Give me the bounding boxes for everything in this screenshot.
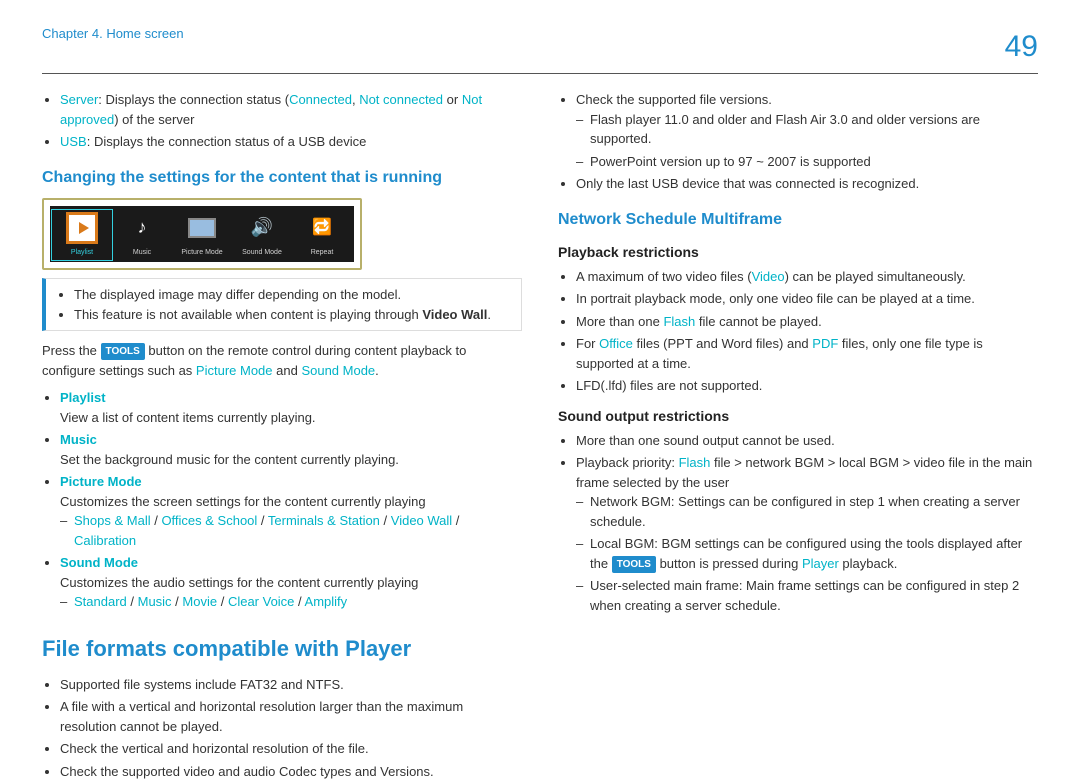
tools-pill-2: TOOLS (612, 556, 656, 573)
r-bullet-usb: Only the last USB device that was connec… (576, 174, 1038, 194)
note-line-2: This feature is not available when conte… (74, 305, 511, 325)
pr-5: LFD(.lfd) files are not supported. (576, 376, 1038, 396)
r-dash-ppt: PowerPoint version up to 97 ~ 2007 is su… (590, 152, 1038, 172)
sr-1: More than one sound output cannot be use… (576, 431, 1038, 451)
label-video-wall: Video Wall (422, 307, 487, 322)
ff-bullet-4: Check the supported video and audio Code… (60, 762, 522, 782)
note-box: The displayed image may differ depending… (42, 278, 522, 331)
label-server: Server (60, 92, 98, 107)
left-column: Server: Displays the connection status (… (42, 90, 522, 784)
sr-2: Playback priority: Flash file > network … (576, 453, 1038, 615)
tv-icon (186, 212, 218, 244)
bullet-usb: USB: Displays the connection status of a… (60, 132, 522, 152)
figure-item-sound: 🔊 Sound Mode (234, 212, 290, 259)
figure-item-music: ♪ Music (114, 212, 170, 259)
sr-main-frame: User-selected main frame: Main frame set… (590, 576, 1038, 615)
opt-music: Music Set the background music for the c… (60, 430, 522, 469)
repeat-icon: 🔁 (306, 212, 338, 244)
r-dash-flash: Flash player 11.0 and older and Flash Ai… (590, 110, 1038, 149)
page-header: Chapter 4. Home screen 49 (0, 0, 1080, 73)
sound-mode-options: Standard / Music / Movie / Clear Voice /… (74, 592, 522, 612)
opt-sound-mode: Sound Mode Customizes the audio settings… (60, 553, 522, 612)
play-icon (66, 212, 98, 244)
sr-net-bgm: Network BGM: Settings can be configured … (590, 492, 1038, 531)
speaker-icon: 🔊 (246, 212, 278, 244)
heading-changing-settings: Changing the settings for the content th… (42, 166, 522, 190)
figure-item-picture: Picture Mode (174, 212, 230, 259)
picture-mode-options: Shops & Mall / Offices & School / Termin… (74, 511, 522, 550)
pr-1: A maximum of two video files (Video) can… (576, 267, 1038, 287)
press-paragraph: Press the TOOLS button on the remote con… (42, 341, 522, 380)
ff-bullet-3: Check the vertical and horizontal resolu… (60, 739, 522, 759)
tools-pill: TOOLS (101, 343, 145, 360)
note-line-1: The displayed image may differ depending… (74, 285, 511, 305)
settings-bar-figure: Playlist ♪ Music Picture Mode 🔊 Sound Mo… (42, 198, 362, 271)
heading-playback-restrictions: Playback restrictions (558, 242, 1038, 263)
label-usb: USB (60, 134, 87, 149)
r-bullet-versions: Check the supported file versions. Flash… (576, 90, 1038, 171)
heading-file-formats: File formats compatible with Player (42, 632, 522, 665)
pr-2: In portrait playback mode, only one vide… (576, 289, 1038, 309)
heading-network-schedule: Network Schedule Multiframe (558, 208, 1038, 232)
opt-picture-mode: Picture Mode Customizes the screen setti… (60, 472, 522, 550)
heading-sound-restrictions: Sound output restrictions (558, 406, 1038, 427)
music-note-icon: ♪ (126, 212, 158, 244)
ff-bullet-2: A file with a vertical and horizontal re… (60, 697, 522, 736)
bullet-server: Server: Displays the connection status (… (60, 90, 522, 129)
figure-item-playlist: Playlist (54, 212, 110, 259)
pr-3: More than one Flash file cannot be playe… (576, 312, 1038, 332)
figure-item-repeat: 🔁 Repeat (294, 212, 350, 259)
pr-4: For Office files (PPT and Word files) an… (576, 334, 1038, 373)
right-column: Check the supported file versions. Flash… (558, 90, 1038, 784)
header-rule (42, 73, 1038, 74)
page-number: 49 (1005, 24, 1038, 69)
opt-playlist: Playlist View a list of content items cu… (60, 388, 522, 427)
ff-bullet-1: Supported file systems include FAT32 and… (60, 675, 522, 695)
breadcrumb[interactable]: Chapter 4. Home screen (42, 24, 184, 44)
sr-local-bgm: Local BGM: BGM settings can be configure… (590, 534, 1038, 573)
